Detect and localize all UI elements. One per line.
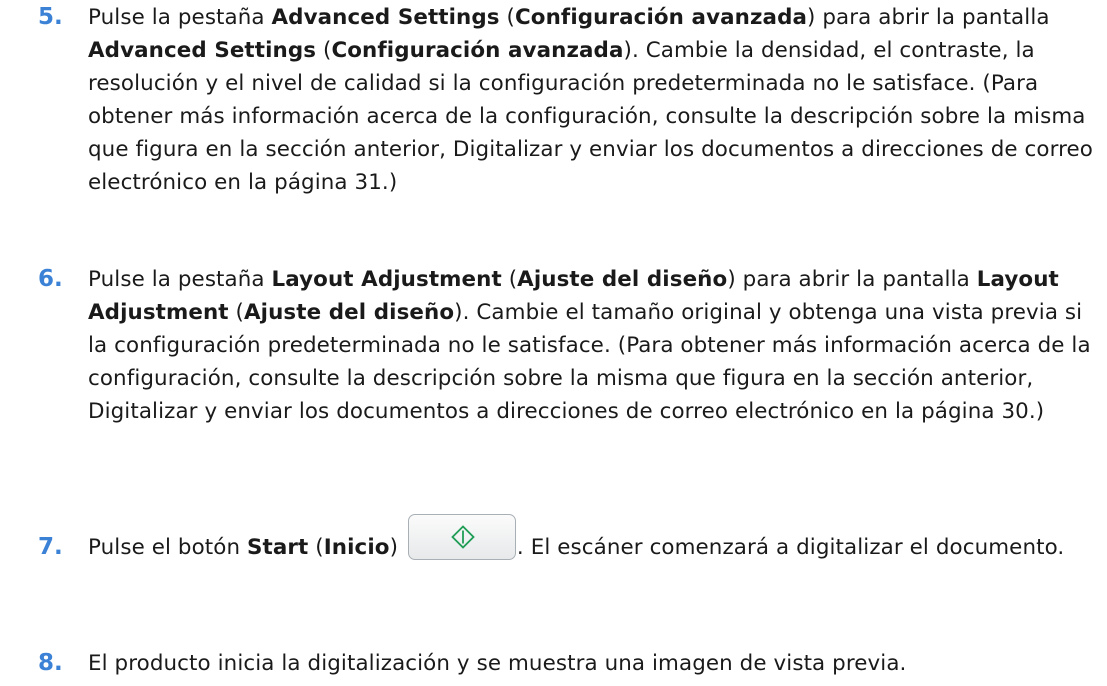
bold-term: Ajuste del diseño (517, 267, 728, 292)
bold-term: Configuración avanzada (331, 38, 624, 63)
text-run: Pulse la pestaña (88, 5, 272, 30)
bold-term: Configuración avanzada (514, 5, 808, 30)
text-run: Pulse la pestaña (88, 267, 272, 292)
bold-term: Layout Adjustment (271, 267, 502, 292)
bold-term: Inicio (323, 535, 390, 560)
text-run: ) para abrir la pantalla (727, 267, 977, 292)
text-run: Pulse el botón (88, 535, 248, 560)
bold-term: Ajuste del diseño (244, 300, 455, 325)
step-text: Pulse el botón Start (Inicio) . El escán… (88, 514, 1099, 564)
text-run: El producto inicia la digitalización y s… (88, 651, 907, 676)
bold-term: Start (247, 535, 309, 560)
text-run: ( (501, 267, 518, 292)
text-run: ( (228, 300, 244, 325)
text-run: ( (499, 5, 515, 30)
bold-term: Advanced Settings (271, 5, 500, 30)
text-run: ) (389, 535, 405, 560)
text-run: ( (308, 535, 324, 560)
text-run: ( (316, 38, 332, 63)
text-run: . El escáner comenzará a digitalizar el … (516, 535, 1065, 560)
text-run: ) para abrir la pantalla (807, 5, 1050, 30)
step-text: Pulse la pestaña Layout Adjustment (Ajus… (88, 263, 1099, 428)
bold-term: Advanced Settings (88, 38, 317, 63)
start-diamond-icon (451, 525, 475, 549)
step-number: 6. (38, 266, 63, 292)
step-text: Pulse la pestaña Advanced Settings (Conf… (88, 1, 1099, 199)
start-button-icon (407, 514, 516, 560)
step-number: 7. (38, 534, 63, 560)
step-text: El producto inicia la digitalización y s… (88, 647, 1099, 680)
step-number: 8. (38, 650, 63, 676)
step-number: 5. (38, 4, 63, 30)
